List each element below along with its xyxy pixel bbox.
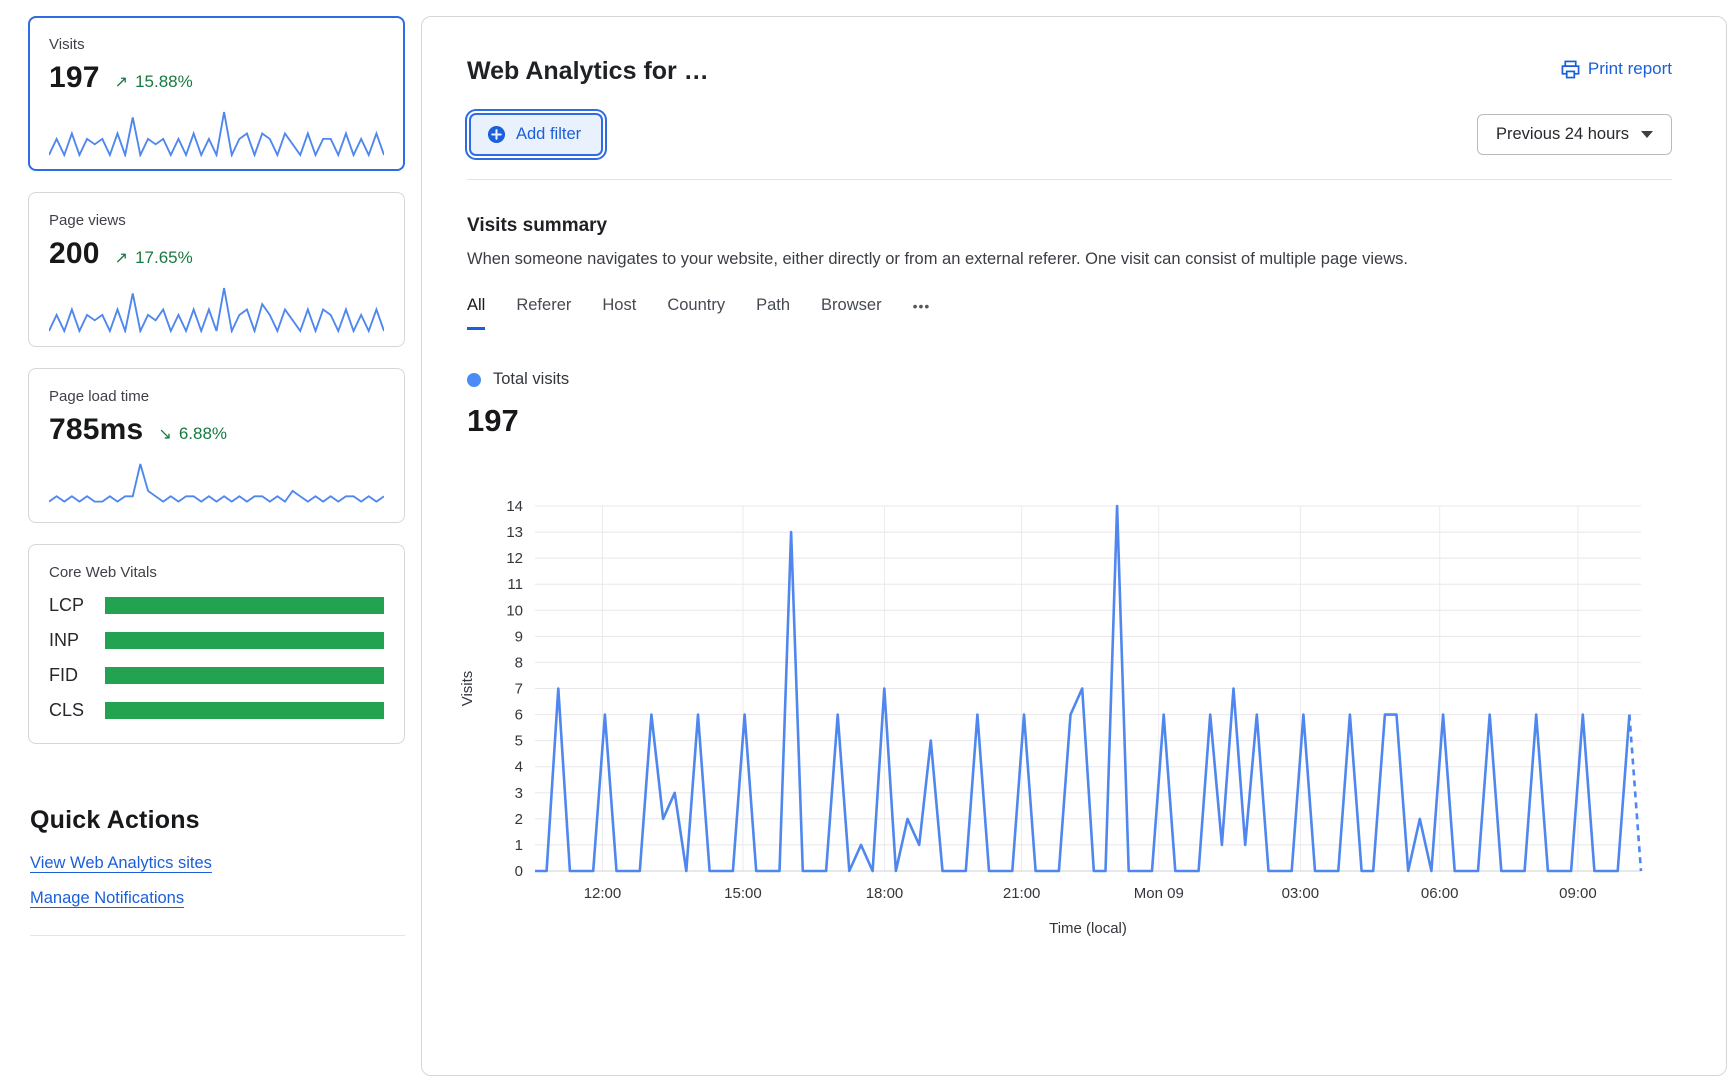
svg-text:4: 4 (515, 759, 523, 776)
cwv-metric-label: LCP (49, 595, 105, 616)
svg-text:12:00: 12:00 (584, 885, 622, 902)
cwv-row-lcp: LCP (49, 595, 384, 616)
trend: ↗ 17.65% (115, 248, 193, 268)
svg-text:09:00: 09:00 (1559, 885, 1597, 902)
plus-circle-icon (487, 125, 506, 144)
svg-text:11: 11 (507, 576, 523, 593)
trend-value: 6.88% (179, 424, 227, 444)
svg-text:12: 12 (506, 550, 523, 567)
tab-host[interactable]: Host (602, 296, 636, 330)
core-web-vitals-card[interactable]: Core Web Vitals LCP INP FID CLS (28, 544, 405, 744)
svg-text:0: 0 (515, 863, 523, 880)
svg-text:1: 1 (515, 837, 523, 854)
trend-up-icon: ↗ (115, 248, 128, 268)
svg-text:2: 2 (515, 811, 523, 828)
divider (30, 935, 405, 936)
cwv-bar-cls (105, 702, 384, 719)
visits-chart: 12:00 15:00 18:00 21:00 Mon 09 03:00 06:00 09:0… (456, 485, 1672, 950)
time-range-dropdown[interactable]: Previous 24 hours (1477, 114, 1672, 155)
page-views-sparkline (49, 283, 384, 333)
svg-text:6: 6 (515, 707, 523, 724)
svg-text:5: 5 (515, 733, 523, 750)
cwv-row-cls: CLS (49, 700, 384, 721)
trend-up-icon: ↗ (115, 72, 128, 92)
metrics-sidebar: Visits 197 ↗ 15.88% Page views 200 ↗ 17.… (28, 16, 405, 936)
metric-card-page-views[interactable]: Page views 200 ↗ 17.65% (28, 192, 405, 347)
metric-label: Visits (49, 36, 384, 53)
cwv-metric-label: INP (49, 630, 105, 651)
svg-text:06:00: 06:00 (1421, 885, 1459, 902)
svg-text:9: 9 (515, 628, 523, 645)
tab-path[interactable]: Path (756, 296, 790, 330)
view-web-analytics-sites-link[interactable]: View Web Analytics sites (30, 854, 212, 873)
legend-label: Total visits (493, 370, 569, 389)
manage-notifications-link[interactable]: Manage Notifications (30, 889, 184, 908)
svg-text:Visits: Visits (459, 671, 476, 707)
chart-legend: Total visits (467, 370, 1672, 389)
trend-down-icon: ↘ (158, 424, 171, 444)
more-tabs-ellipsis-icon[interactable]: ••• (913, 298, 931, 329)
trend: ↘ 6.88% (158, 424, 227, 444)
quick-actions: Quick Actions View Web Analytics sites M… (28, 806, 405, 936)
cwv-bar-fid (105, 667, 384, 684)
svg-text:8: 8 (515, 654, 523, 671)
cwv-bar-inp (105, 632, 384, 649)
metric-card-page-load-time[interactable]: Page load time 785ms ↘ 6.88% (28, 368, 405, 523)
svg-text:10: 10 (506, 602, 523, 619)
tab-referer[interactable]: Referer (516, 296, 571, 330)
svg-text:Mon 09: Mon 09 (1134, 885, 1184, 902)
dimension-tabs: All Referer Host Country Path Browser ••… (467, 296, 1672, 330)
page-load-sparkline (49, 459, 384, 509)
cwv-row-inp: INP (49, 630, 384, 651)
section-title: Visits summary (467, 215, 1672, 237)
svg-text:03:00: 03:00 (1282, 885, 1320, 902)
metric-label: Page views (49, 212, 384, 229)
visits-sparkline (49, 107, 384, 157)
printer-icon (1561, 60, 1580, 79)
cwv-metric-label: FID (49, 665, 105, 686)
trend: ↗ 15.88% (115, 72, 193, 92)
chevron-down-icon (1641, 131, 1653, 138)
page-title: Web Analytics for … (467, 57, 709, 86)
svg-text:14: 14 (506, 498, 523, 515)
tab-all[interactable]: All (467, 296, 485, 330)
legend-dot-icon (467, 373, 481, 387)
metric-value: 785ms (49, 413, 143, 447)
metric-value: 200 (49, 237, 100, 271)
metric-card-visits[interactable]: Visits 197 ↗ 15.88% (28, 16, 405, 171)
analytics-panel: Web Analytics for … Print report Add fil… (421, 16, 1727, 1076)
svg-text:21:00: 21:00 (1003, 885, 1041, 902)
cwv-row-fid: FID (49, 665, 384, 686)
svg-text:7: 7 (515, 681, 523, 698)
tab-browser[interactable]: Browser (821, 296, 882, 330)
svg-text:18:00: 18:00 (866, 885, 904, 902)
tab-country[interactable]: Country (667, 296, 725, 330)
svg-text:Time (local): Time (local) (1049, 920, 1127, 937)
metric-label: Page load time (49, 388, 384, 405)
add-filter-label: Add filter (516, 125, 581, 144)
total-visits-value: 197 (467, 403, 1672, 439)
cwv-metric-label: CLS (49, 700, 105, 721)
add-filter-button[interactable]: Add filter (469, 113, 603, 156)
svg-text:3: 3 (515, 785, 523, 802)
print-report-label: Print report (1588, 59, 1672, 79)
quick-actions-title: Quick Actions (30, 806, 405, 835)
time-range-value: Previous 24 hours (1496, 125, 1629, 144)
print-report-link[interactable]: Print report (1561, 59, 1672, 79)
card-title: Core Web Vitals (49, 564, 384, 581)
trend-value: 17.65% (135, 248, 193, 268)
metric-value: 197 (49, 61, 100, 95)
svg-text:15:00: 15:00 (724, 885, 762, 902)
trend-value: 15.88% (135, 72, 193, 92)
cwv-bar-lcp (105, 597, 384, 614)
section-description: When someone navigates to your website, … (467, 250, 1672, 269)
svg-text:13: 13 (506, 524, 523, 541)
